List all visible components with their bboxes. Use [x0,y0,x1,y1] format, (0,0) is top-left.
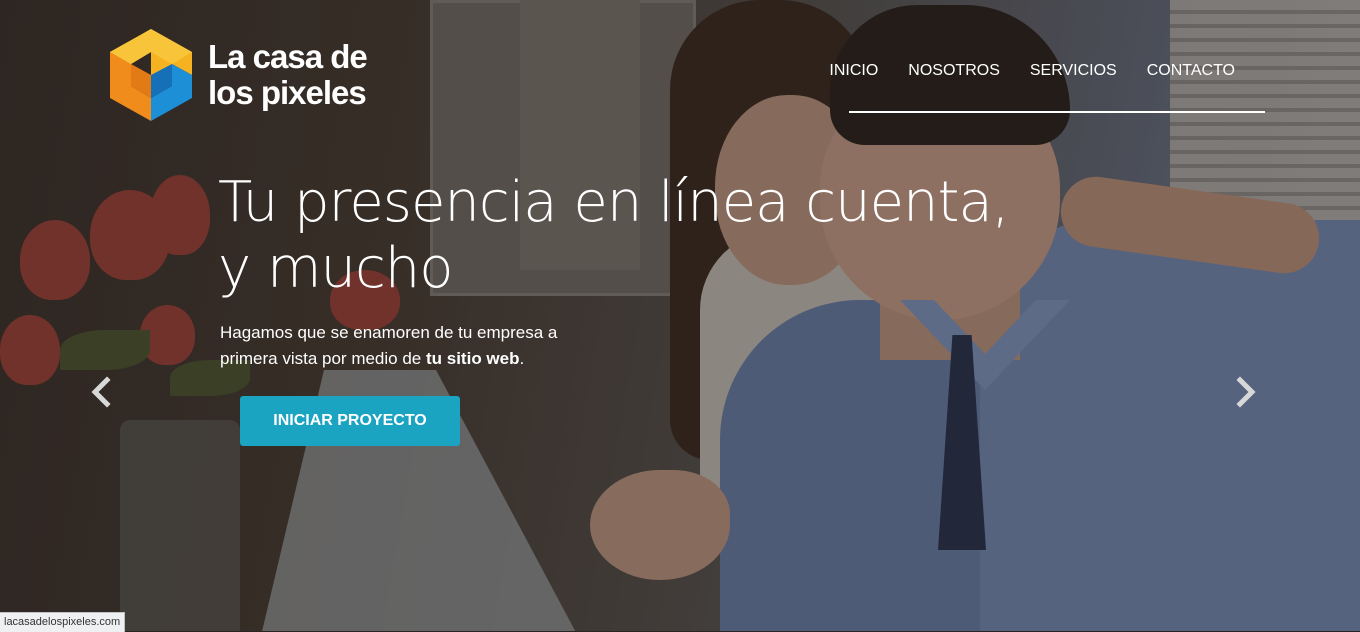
chevron-right-icon [1236,376,1256,408]
hero-subtext: Hagamos que se enamoren de tu empresa a … [220,320,580,372]
brand-name: La casa de los pixeles [208,38,368,111]
nav-item-servicios[interactable]: SERVICIOS [1015,61,1132,81]
hero-headline: Tu presencia en línea cuenta, y mucho [218,170,1038,302]
nav-item-nosotros[interactable]: NOSOTROS [893,61,1015,81]
hero-headline-line1: Tu presencia en línea cuenta, [218,170,1010,235]
nav-list: INICIO NOSOTROS SERVICIOS CONTACTO [829,61,1265,81]
browser-status-url: lacasadelospixeles.com [0,612,126,632]
brand-logo-link[interactable]: La casa de los pixeles [110,29,368,121]
hero-headline-line2: y mucho [218,236,454,301]
main-nav: INICIO NOSOTROS SERVICIOS CONTACTO [829,61,1265,113]
hero-subtext-end: . [519,349,525,368]
brand-name-line2: los pixeles [208,74,367,111]
carousel-prev-button[interactable] [87,374,117,410]
carousel-next-button[interactable] [1230,374,1260,410]
nav-divider [849,111,1265,113]
hero-subtext-bold: tu sitio web [425,349,520,368]
chevron-left-icon [91,376,111,408]
pixel-cube-logo-icon [110,29,192,121]
nav-item-contacto[interactable]: CONTACTO [1132,61,1250,81]
nav-item-inicio[interactable]: INICIO [814,61,893,81]
start-project-button[interactable]: INICIAR PROYECTO [240,396,460,446]
brand-name-line1: La casa de [208,38,368,75]
